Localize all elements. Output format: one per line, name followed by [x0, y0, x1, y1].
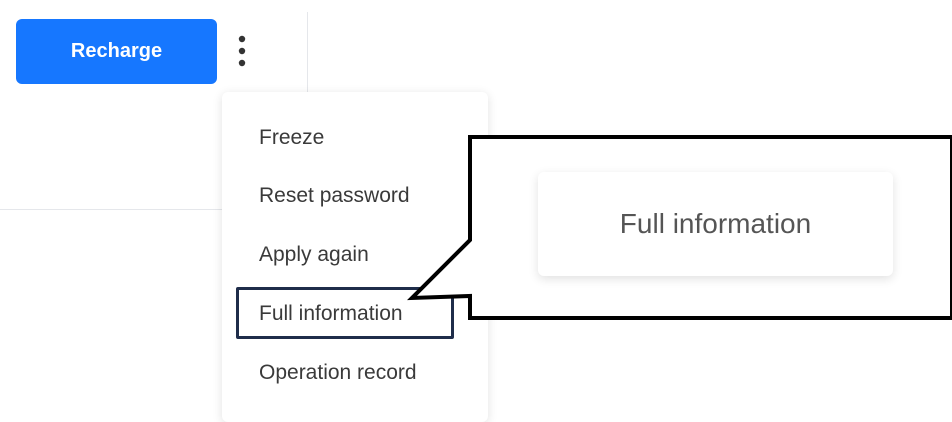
more-options-button[interactable]	[229, 29, 255, 73]
menu-item-operation-record[interactable]: Operation record	[259, 361, 417, 385]
highlight-annotation-box	[236, 287, 454, 339]
zoomed-menu-item-card: Full information	[538, 172, 893, 276]
menu-item-apply-again[interactable]: Apply again	[259, 243, 369, 267]
zoomed-menu-item-label: Full information	[619, 208, 812, 239]
vertical-ellipsis-icon	[238, 35, 246, 67]
menu-item-freeze[interactable]: Freeze	[259, 126, 324, 150]
vertical-divider	[307, 12, 308, 92]
horizontal-divider	[0, 209, 222, 210]
recharge-button[interactable]: Recharge	[16, 19, 217, 84]
menu-item-reset-password[interactable]: Reset password	[259, 184, 410, 208]
